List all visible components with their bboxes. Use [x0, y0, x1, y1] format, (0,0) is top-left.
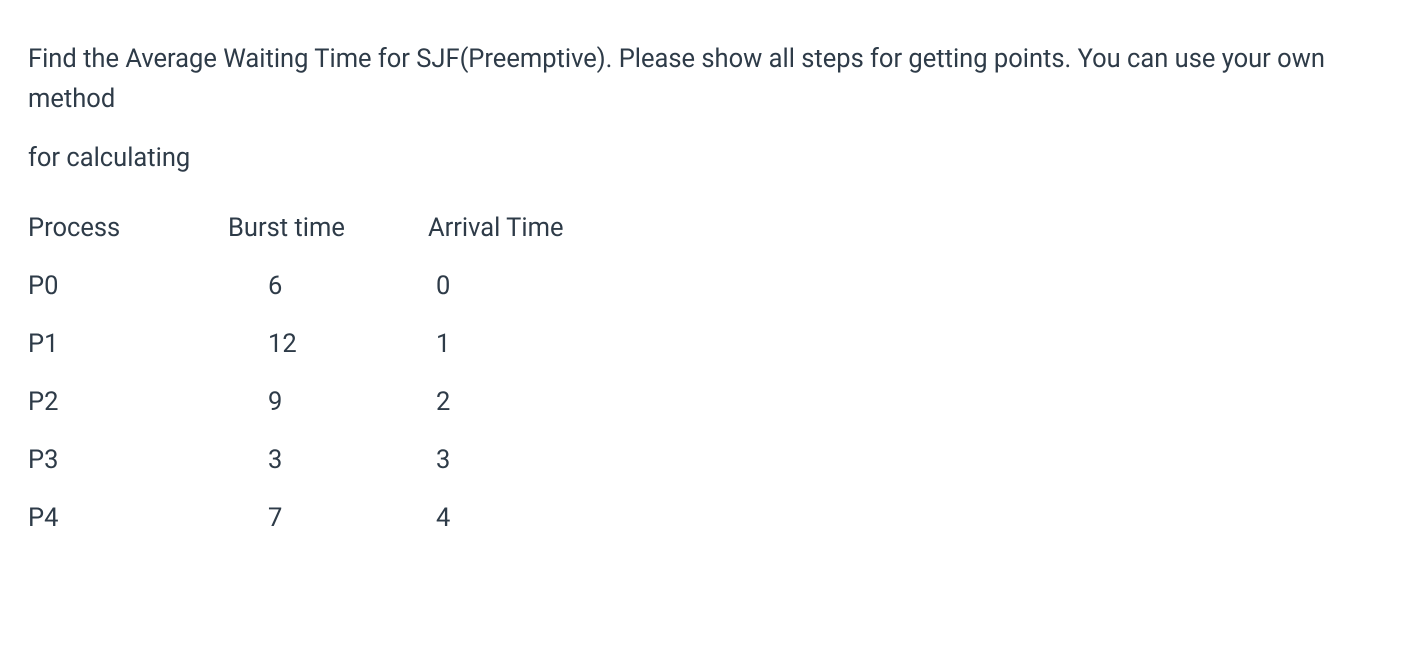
- question-line-2: for calculating: [28, 139, 1384, 179]
- cell-process: P0: [28, 271, 228, 301]
- table-header-row: Process Burst time Arrival Time: [28, 199, 1384, 243]
- cell-arrival: 1: [428, 329, 668, 359]
- cell-process: P2: [28, 387, 228, 417]
- header-burst: Burst time: [228, 213, 428, 243]
- table-row: P2 9 2: [28, 373, 1384, 417]
- cell-burst: 7: [228, 503, 428, 533]
- cell-burst: 6: [228, 271, 428, 301]
- cell-process: P1: [28, 329, 228, 359]
- cell-process: P4: [28, 503, 228, 533]
- cell-arrival: 3: [428, 445, 668, 475]
- header-process: Process: [28, 213, 228, 243]
- header-arrival: Arrival Time: [428, 213, 668, 243]
- cell-process: P3: [28, 445, 228, 475]
- cell-burst: 3: [228, 445, 428, 475]
- table-row: P4 7 4: [28, 489, 1384, 533]
- cell-arrival: 4: [428, 503, 668, 533]
- cell-burst: 12: [228, 329, 428, 359]
- question-block: Find the Average Waiting Time for SJF(Pr…: [28, 40, 1384, 179]
- cell-arrival: 2: [428, 387, 668, 417]
- table-row: P3 3 3: [28, 431, 1384, 475]
- process-table: Process Burst time Arrival Time P0 6 0 P…: [28, 199, 1384, 533]
- table-row: P1 12 1: [28, 315, 1384, 359]
- table-row: P0 6 0: [28, 257, 1384, 301]
- cell-arrival: 0: [428, 271, 668, 301]
- question-line-1: Find the Average Waiting Time for SJF(Pr…: [28, 40, 1384, 119]
- cell-burst: 9: [228, 387, 428, 417]
